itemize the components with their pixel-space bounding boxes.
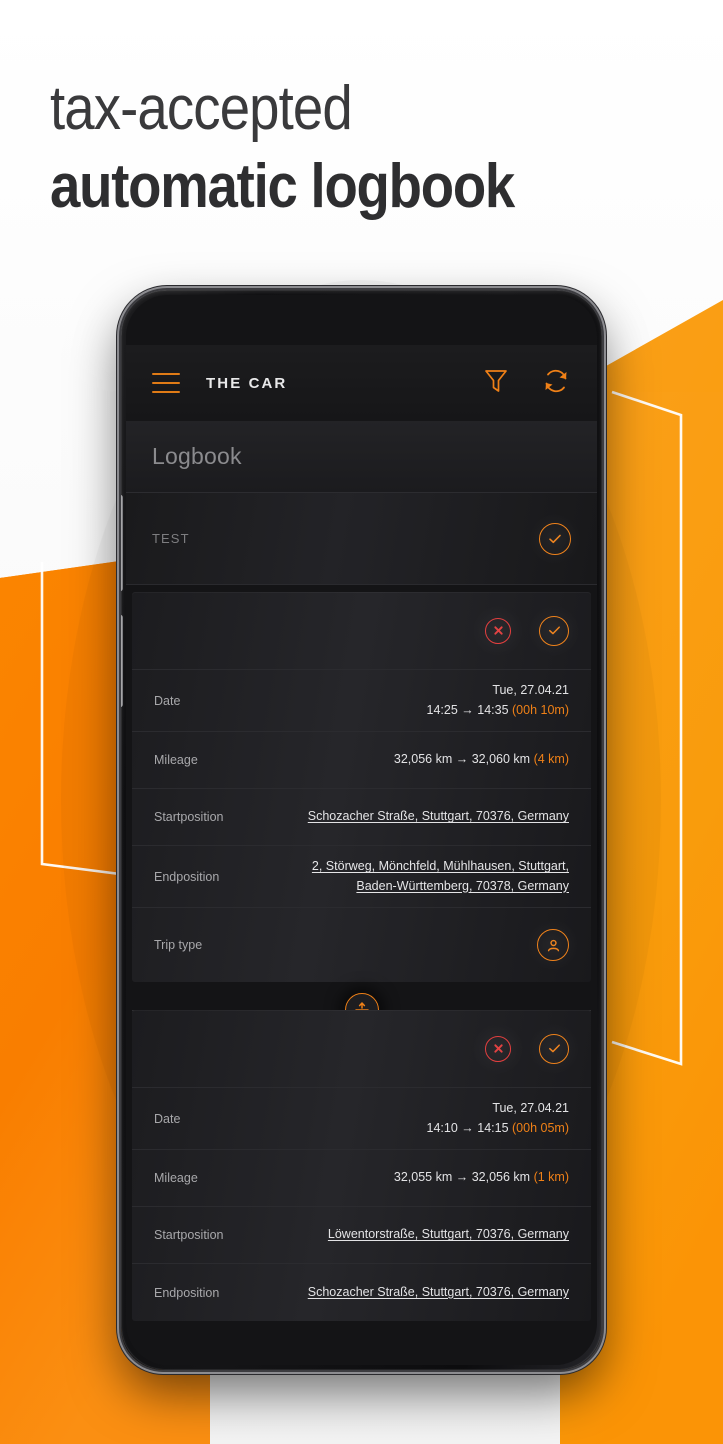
row-value-endposition[interactable]: 2, Störweg, Mönchfeld, Mühlhausen, Stutt… — [312, 857, 569, 896]
app-header: THE CAR — [126, 345, 597, 421]
date-day: Tue, 27.04.21 — [492, 683, 569, 698]
row-value-date: Tue, 27.04.21 14:25 → 14:35 (00h 10m) — [427, 681, 569, 720]
accept-circle-icon — [539, 615, 569, 646]
mileage-distance: (1 km) — [533, 1170, 569, 1185]
person-trip-type-icon — [537, 929, 569, 961]
phone-mockup: THE CAR Logbook TEST Date Tue, 27.04.21 … — [121, 290, 602, 1370]
reject-circle-icon — [485, 1035, 511, 1062]
date-range: 14:25 → 14:35 — [426, 702, 509, 717]
trip-row-date: Date Tue, 27.04.21 14:10 → 14:15 (00h 05… — [132, 1088, 591, 1150]
endposition-line-1: 2, Störweg, Mönchfeld, Mühlhausen, Stutt… — [311, 859, 569, 874]
mileage-range: 32,055 km → 32,056 km — [393, 1170, 531, 1185]
trip-row-trip-type: Trip type — [132, 908, 591, 982]
hamburger-icon[interactable] — [152, 373, 180, 393]
trip-card-actions — [132, 592, 591, 670]
trip-row-mileage: Mileage 32,056 km → 32,060 km (4 km) — [132, 732, 591, 789]
headline-line-1: tax-accepted — [50, 74, 353, 143]
trip-accept-button[interactable] — [539, 1033, 569, 1064]
app-title: THE CAR — [206, 374, 288, 392]
row-label-date: Date — [154, 1111, 181, 1126]
date-range: 14:10 → 14:15 — [426, 1120, 509, 1135]
trip-accept-button[interactable] — [539, 615, 569, 646]
trip-card: Date Tue, 27.04.21 14:10 → 14:15 (00h 05… — [132, 1010, 591, 1321]
trip-card: Date Tue, 27.04.21 14:25 → 14:35 (00h 10… — [132, 592, 591, 982]
group-label: TEST — [152, 531, 190, 546]
refresh-sync-icon[interactable] — [541, 366, 571, 401]
mileage-range: 32,056 km → 32,060 km — [393, 752, 531, 767]
row-label-startposition: Startposition — [154, 810, 224, 824]
screen-bottom-fade — [126, 1339, 597, 1365]
group-accept-button[interactable] — [539, 522, 571, 555]
trip-type-button[interactable] — [537, 929, 569, 961]
date-duration: (00h 10m) — [512, 702, 569, 717]
trip-row-endposition: Endposition 2, Störweg, Mönchfeld, Mühlh… — [132, 846, 591, 908]
endposition-line-2: Baden-Württemberg, 70378, Germany — [356, 878, 569, 893]
row-value-endposition[interactable]: Schozacher Straße, Stuttgart, 70376, Ger… — [308, 1283, 569, 1302]
date-day: Tue, 27.04.21 — [492, 1101, 569, 1116]
trip-reject-button[interactable] — [485, 617, 511, 644]
phone-volume-up-button[interactable] — [121, 495, 123, 591]
row-label-mileage: Mileage — [154, 753, 198, 767]
row-value-startposition[interactable]: Schozacher Straße, Stuttgart, 70376, Ger… — [308, 807, 569, 826]
group-row-test[interactable]: TEST — [126, 493, 597, 585]
trip-row-mileage: Mileage 32,055 km → 32,056 km (1 km) — [132, 1150, 591, 1207]
row-label-endposition: Endposition — [154, 869, 220, 884]
trip-row-date: Date Tue, 27.04.21 14:25 → 14:35 (00h 10… — [132, 670, 591, 732]
headline-block: tax-accepted automatic logbook — [50, 74, 690, 221]
row-label-trip-type: Trip type — [154, 938, 203, 952]
trip-row-startposition: Startposition Löwentorstraße, Stuttgart,… — [132, 1207, 591, 1264]
trip-reject-button[interactable] — [485, 1035, 511, 1062]
reject-circle-icon — [485, 617, 511, 644]
section-title: Logbook — [152, 443, 242, 469]
app-header-actions — [483, 366, 571, 401]
headline-line-2: automatic logbook — [50, 152, 515, 221]
mileage-distance: (4 km) — [533, 752, 569, 767]
row-label-startposition: Startposition — [154, 1228, 224, 1242]
section-header: Logbook — [126, 421, 597, 493]
trip-row-endposition: Endposition Schozacher Straße, Stuttgart… — [132, 1264, 591, 1321]
date-duration: (00h 05m) — [512, 1120, 569, 1135]
phone-volume-down-button[interactable] — [121, 615, 123, 707]
row-value-startposition[interactable]: Löwentorstraße, Stuttgart, 70376, German… — [328, 1225, 569, 1244]
row-label-date: Date — [154, 693, 181, 708]
accept-circle-icon — [539, 1033, 569, 1064]
row-value-mileage: 32,056 km → 32,060 km (4 km) — [394, 750, 569, 769]
check-circle-icon — [539, 522, 571, 555]
trip-row-startposition: Startposition Schozacher Straße, Stuttga… — [132, 789, 591, 846]
row-value-date: Tue, 27.04.21 14:10 → 14:15 (00h 05m) — [427, 1099, 569, 1138]
row-value-mileage: 32,055 km → 32,056 km (1 km) — [394, 1168, 569, 1187]
filter-funnel-icon[interactable] — [483, 367, 509, 400]
row-label-mileage: Mileage — [154, 1171, 198, 1185]
phone-screen: THE CAR Logbook TEST Date Tue, 27.04.21 … — [126, 295, 597, 1365]
trip-card-actions — [132, 1010, 591, 1088]
row-label-endposition: Endposition — [154, 1285, 220, 1300]
